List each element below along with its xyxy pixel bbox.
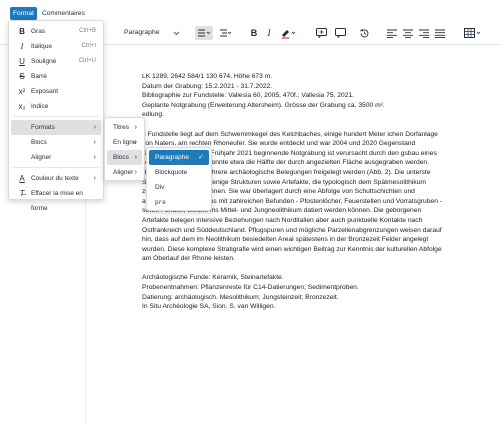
superscript-icon: x² (18, 87, 26, 96)
strikethrough-icon: S (19, 72, 25, 81)
menu-item-label: Titres (113, 124, 130, 131)
menu-item-label: Indice (31, 103, 49, 110)
menu-item-italic[interactable]: I Italique Ctrl+I (11, 39, 101, 54)
italic-icon: I (20, 42, 24, 51)
menu-item-label: En ligne (113, 139, 137, 146)
doc-line: Geplante Notgrabung (Erweiterung Altersh… (142, 101, 385, 109)
menu-item-superscript[interactable]: x² Exposant (11, 84, 101, 99)
align-left-icon[interactable] (386, 26, 398, 40)
doc-line: Datum der Grabung: 15.2.2021 - 31.7.2022… (142, 82, 273, 90)
doc-line: Bibliographie zur Fundstelle: Vallesia 6… (142, 92, 355, 100)
chevron-down-icon (173, 25, 180, 48)
menu-item-label: Couleur du texte (31, 175, 79, 182)
chevron-right-icon: › (93, 124, 96, 131)
bold-icon[interactable]: B (249, 26, 259, 40)
menu-item-bold[interactable]: B Gras Ctrl+B (11, 24, 101, 39)
underline-icon: U (19, 57, 25, 66)
menu-item-formats[interactable]: Formats › (11, 120, 101, 135)
chevron-right-icon: › (134, 169, 137, 176)
chevron-right-icon: › (93, 139, 96, 146)
shortcut-label: Ctrl+I (81, 43, 96, 49)
menu-item-label: Aligner (31, 154, 52, 161)
align-justify-icon[interactable] (434, 26, 446, 40)
shortcut-label: Ctrl+U (78, 58, 96, 64)
block-item-paragraph[interactable]: Paragraphe ✓ (149, 150, 209, 165)
paragraph-notes: Archäologische Funde: Keramik, Steinarte… (142, 273, 442, 311)
highlight-color-icon[interactable] (280, 26, 296, 40)
menu-item-label: Barré (31, 73, 47, 80)
menu-format[interactable]: Format (10, 7, 37, 20)
menu-item-clear-formatting[interactable]: T̶ Effacer la mise en forme (11, 186, 101, 212)
align-center-icon[interactable] (402, 26, 414, 40)
block-format-label: Paragraphe (124, 29, 160, 36)
menu-item-label: Aligner (113, 169, 134, 176)
menu-item-label: Blocs (31, 139, 47, 146)
menu-item-subscript[interactable]: x₂ Indice (11, 99, 101, 114)
add-comment-icon[interactable] (334, 26, 346, 40)
menu-item-label: Souligné (31, 58, 57, 65)
text-color-icon: A (19, 174, 25, 183)
menu-item-label: Paragraphe (155, 154, 189, 161)
blocks-submenu: Paragraphe ✓ Blockquote Div pre (146, 147, 212, 211)
menu-item-label: Blocs (113, 154, 129, 161)
submenu-item-inline[interactable]: En ligne › (107, 135, 142, 150)
subscript-icon: x₂ (18, 102, 26, 111)
menu-item-label: Exposant (31, 88, 59, 95)
menu-item-label: pre (155, 199, 166, 206)
doc-line: In Situ Archéologie SA, Sion. S. van Wil… (142, 303, 276, 311)
history-icon[interactable] (358, 26, 370, 40)
doc-line: Archäologische Funde: Keramik, Steinarte… (142, 274, 284, 282)
menu-item-label: Blockquote (155, 169, 188, 176)
menu-item-underline[interactable]: U Souligné Ctrl+U (11, 54, 101, 69)
block-format-select[interactable]: Paragraphe (124, 25, 182, 41)
submenu-item-blocks[interactable]: Blocs › (107, 150, 142, 165)
menu-item-label: Formats (31, 124, 55, 131)
menu-item-label: Div (155, 184, 165, 191)
comment-icon[interactable] (315, 26, 327, 40)
chevron-right-icon: › (134, 139, 137, 146)
chevron-right-icon: › (93, 154, 96, 161)
table-icon[interactable] (463, 26, 481, 40)
clear-format-icon[interactable] (218, 26, 232, 40)
menubar: Format Commentaires (0, 0, 500, 20)
menu-item-align[interactable]: Aligner › (11, 150, 101, 165)
format-menu: B Gras Ctrl+B I Italique Ctrl+I U Soulig… (8, 20, 104, 212)
formats-submenu: Titres › En ligne › Blocs › Aligner › (104, 117, 145, 181)
chevron-right-icon: › (93, 175, 96, 182)
menu-item-text-color[interactable]: A Couleur du texte › (11, 171, 101, 186)
doc-line: LK 1289, 2642 584/1 130 674. Höhe 673 m. (142, 73, 273, 80)
block-item-pre[interactable]: pre (149, 195, 209, 210)
strikethrough-style-icon[interactable] (195, 26, 213, 40)
menu-divider (13, 116, 99, 117)
menu-item-label: Effacer la mise en forme (31, 190, 83, 212)
document-area[interactable]: LK 1289, 2642 584/1 130 674. Höhe 673 m.… (85, 56, 495, 424)
doc-line: edlung. (142, 111, 164, 119)
doc-line: Datierung: archäologisch. Mesolithikum; … (142, 293, 339, 301)
menu-item-label: Italique (31, 43, 52, 50)
clear-formatting-icon: T̶ (19, 189, 25, 198)
doc-line: Probenentnahmen: Pflanzenreste für C14-D… (142, 284, 359, 292)
align-right-icon[interactable] (418, 26, 430, 40)
submenu-item-align[interactable]: Aligner › (107, 165, 142, 180)
submenu-item-headings[interactable]: Titres › (107, 120, 142, 135)
checkmark-icon: ✓ (198, 154, 204, 161)
chevron-right-icon: › (134, 124, 137, 131)
italic-icon[interactable]: I (264, 26, 274, 40)
bold-icon: B (19, 27, 25, 36)
menu-item-strikethrough[interactable]: S Barré (11, 69, 101, 84)
paragraph-metadata: LK 1289, 2642 584/1 130 674. Höhe 673 m.… (142, 72, 442, 120)
block-item-div[interactable]: Div (149, 180, 209, 195)
chevron-right-icon: › (134, 154, 137, 161)
menu-item-blocks[interactable]: Blocs › (11, 135, 101, 150)
block-item-blockquote[interactable]: Blockquote (149, 165, 209, 180)
menu-item-label: Gras (31, 28, 46, 35)
menu-divider (13, 167, 99, 168)
menu-comments[interactable]: Commentaires (39, 7, 88, 20)
shortcut-label: Ctrl+B (79, 28, 96, 34)
